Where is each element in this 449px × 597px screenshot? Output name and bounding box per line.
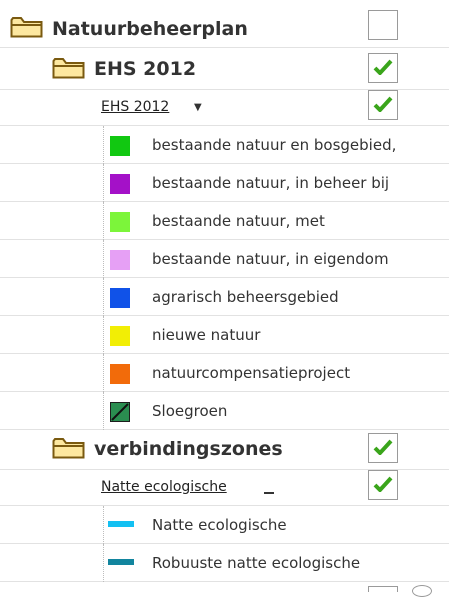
legend-swatch xyxy=(110,136,130,156)
legend-item: bestaande natuur, met xyxy=(0,202,449,240)
legend-item: bestaande natuur en bosgebied, xyxy=(0,126,449,164)
legend-swatch xyxy=(110,402,130,422)
caret-down-icon[interactable]: ▼ xyxy=(194,102,202,113)
legend-line-swatch xyxy=(108,521,134,527)
legend-line-swatch xyxy=(108,559,134,565)
folder-icon[interactable] xyxy=(52,436,86,460)
group-title[interactable]: Natuurbeheerplan xyxy=(52,18,248,40)
legend-swatch xyxy=(110,174,130,194)
tree-row-ehs-layer: EHS 2012 ▼ xyxy=(0,90,449,126)
checkmark-icon xyxy=(373,59,393,75)
visibility-checkbox[interactable] xyxy=(368,433,398,463)
cursor-underscore xyxy=(264,492,274,494)
legend-item: bestaande natuur, in eigendom xyxy=(0,240,449,278)
legend-swatch xyxy=(110,212,130,232)
legend-item: agrarisch beheersgebied xyxy=(0,278,449,316)
checkmark-icon xyxy=(373,476,393,492)
group-title[interactable]: EHS 2012 xyxy=(94,58,196,80)
legend-item: bestaande natuur, in beheer bij xyxy=(0,164,449,202)
folder-icon[interactable] xyxy=(52,56,86,80)
visibility-checkbox[interactable] xyxy=(368,10,398,40)
legend-item: Natte ecologische xyxy=(0,506,449,544)
legend-item: Sloegroen xyxy=(0,392,449,430)
tree-row-natuurbeheerplan: Natuurbeheerplan xyxy=(0,0,449,48)
info-icon[interactable] xyxy=(412,585,432,597)
legend-swatch xyxy=(110,288,130,308)
next-row-partial xyxy=(0,582,449,597)
visibility-checkbox[interactable] xyxy=(368,470,398,500)
visibility-checkbox[interactable] xyxy=(368,586,398,592)
visibility-checkbox[interactable] xyxy=(368,90,398,120)
checkmark-icon xyxy=(373,439,393,455)
visibility-checkbox[interactable] xyxy=(368,53,398,83)
group-title[interactable]: verbindingszones xyxy=(94,438,283,460)
legend-swatch xyxy=(110,326,130,346)
legend-item: natuurcompensatieproject xyxy=(0,354,449,392)
layer-link[interactable]: Natte ecologische xyxy=(101,479,227,495)
checkmark-icon xyxy=(373,96,393,112)
legend-item: nieuwe natuur xyxy=(0,316,449,354)
tree-row-verbindingszones: verbindingszones xyxy=(0,430,449,470)
legend-swatch xyxy=(110,250,130,270)
layer-link[interactable]: EHS 2012 xyxy=(101,99,169,115)
tree-row-ehs-2012: EHS 2012 xyxy=(0,48,449,90)
legend-item: Robuuste natte ecologische xyxy=(0,544,449,582)
folder-icon[interactable] xyxy=(10,15,44,39)
tree-row-natte-layer: Natte ecologische xyxy=(0,470,449,506)
legend-swatch xyxy=(110,364,130,384)
